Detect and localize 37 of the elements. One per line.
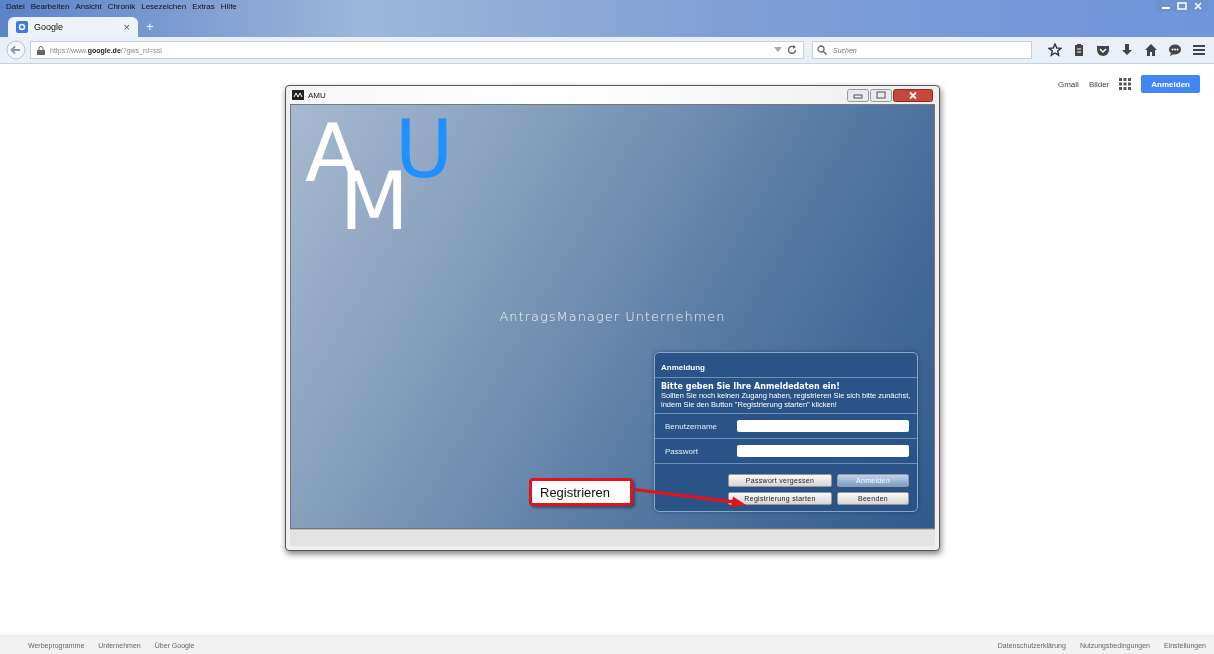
chat-bubble-icon[interactable]: [1168, 43, 1182, 58]
menu-item[interactable]: Datei: [6, 1, 25, 11]
clipboard-icon[interactable]: [1072, 43, 1086, 58]
menu-item[interactable]: Hilfe: [220, 1, 237, 11]
minimize-icon[interactable]: [847, 88, 869, 102]
app-subtitle: AntragsManager Unternehmen: [499, 309, 726, 324]
close-icon[interactable]: [893, 88, 933, 102]
lock-icon[interactable]: [37, 45, 45, 55]
apps-grid-icon[interactable]: [1119, 78, 1132, 90]
header-link[interactable]: Bilder: [1088, 79, 1110, 89]
tab-title: Google: [34, 22, 65, 33]
menu-icon[interactable]: [1192, 43, 1206, 58]
tab-close-button[interactable]: ×: [123, 21, 130, 34]
menu-item[interactable]: Extras: [192, 1, 215, 11]
search-icon[interactable]: [817, 45, 827, 56]
input-field[interactable]: [737, 420, 909, 432]
login-heading: Bitte geben Sie Ihre Anmeldedaten ein!: [661, 382, 841, 391]
field-label: Passwort: [665, 446, 698, 456]
menu-item[interactable]: Lesezeichen: [141, 1, 187, 11]
browser-tab[interactable]: Google ×: [8, 17, 138, 38]
menu-item[interactable]: Ansicht: [75, 1, 102, 11]
menu-item[interactable]: Bearbeiten: [30, 1, 70, 11]
header-link[interactable]: Gmail: [1058, 79, 1079, 89]
download-icon[interactable]: [1120, 43, 1134, 58]
pocket-icon[interactable]: [1096, 43, 1110, 58]
app-icon[interactable]: [292, 90, 304, 100]
star-icon[interactable]: [1048, 43, 1062, 58]
home-icon[interactable]: [1144, 43, 1158, 58]
input-field[interactable]: [737, 445, 909, 457]
field-label: Benutzername: [665, 421, 718, 431]
maximize-icon[interactable]: [1175, 1, 1189, 12]
menu-item[interactable]: Chronik: [107, 1, 136, 11]
reload-icon[interactable]: [787, 45, 797, 56]
panel-title: Anmeldung: [661, 363, 705, 372]
window-title: AMU: [308, 90, 326, 100]
callout-label: Registrieren: [529, 478, 633, 506]
sign-in-button[interactable]: Anmelden: [1141, 75, 1200, 93]
